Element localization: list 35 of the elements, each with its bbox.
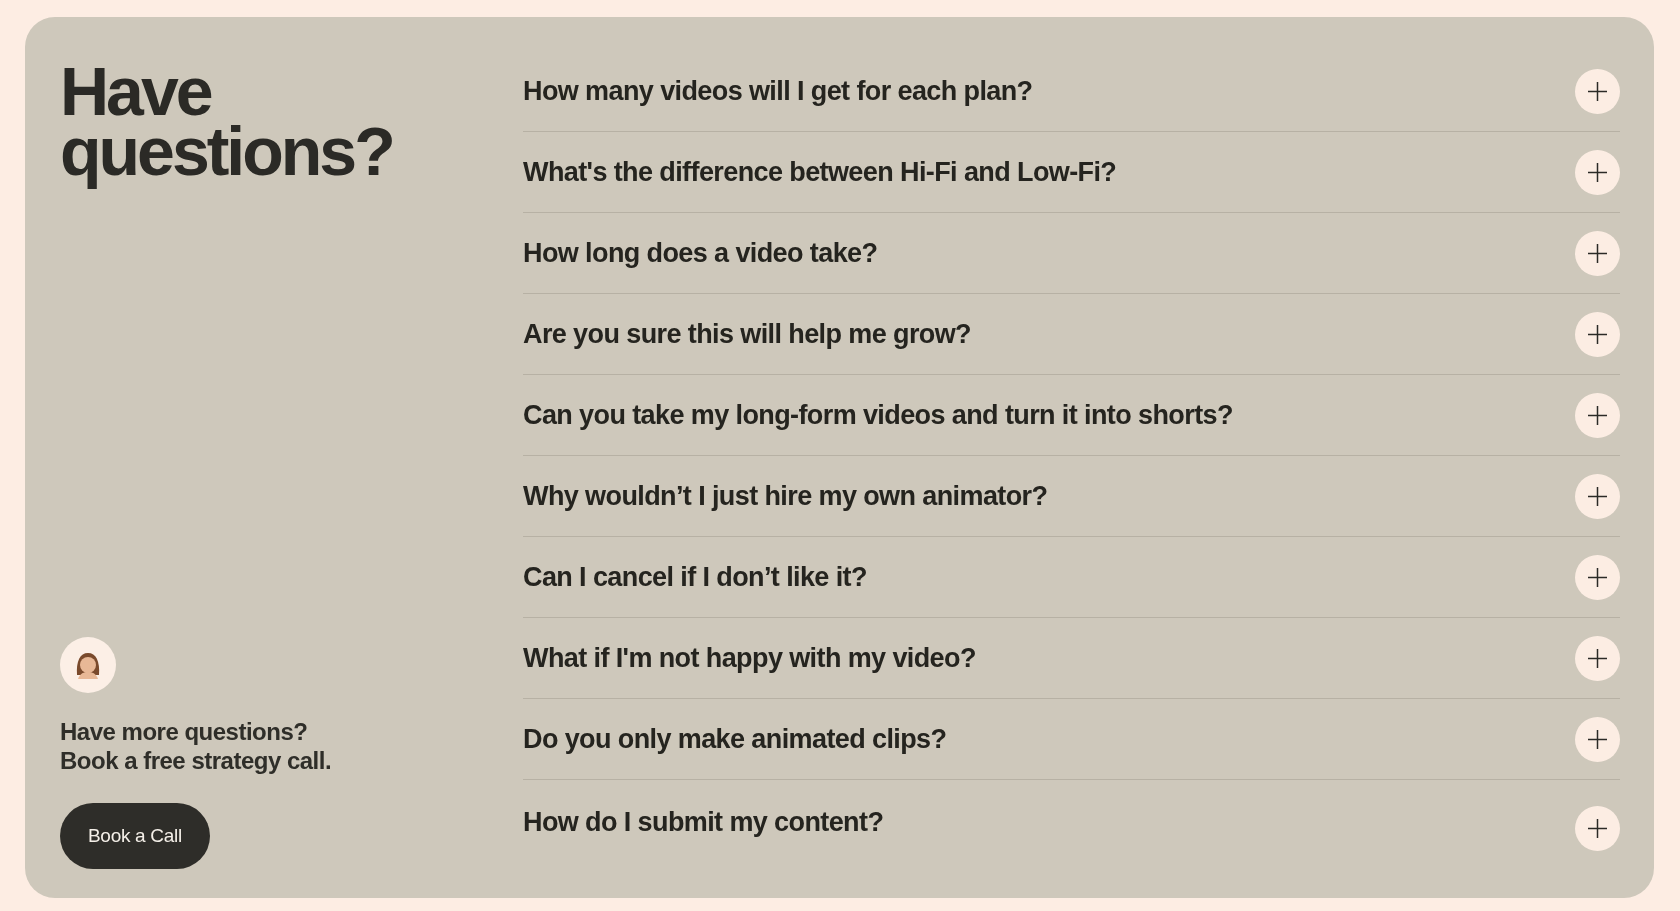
- plus-icon: [1588, 818, 1607, 838]
- expand-button[interactable]: [1575, 68, 1620, 114]
- section-heading: Have questions?: [60, 52, 394, 191]
- expand-button[interactable]: [1575, 311, 1620, 357]
- faq-question[interactable]: Can I cancel if I don’t like it?: [523, 561, 867, 593]
- expand-button[interactable]: [1575, 716, 1620, 762]
- plus-icon: [1588, 567, 1607, 587]
- avatar-icon: [60, 637, 116, 693]
- plus-icon: [1588, 81, 1607, 101]
- expand-button[interactable]: [1575, 149, 1620, 195]
- plus-icon: [1588, 162, 1607, 182]
- faq-question[interactable]: Do you only make animated clips?: [523, 723, 947, 755]
- plus-icon: [1588, 405, 1607, 425]
- faq-question[interactable]: Can you take my long-form videos and turn it into shorts?: [523, 399, 1233, 431]
- plus-icon: [1588, 729, 1607, 749]
- expand-button[interactable]: [1575, 230, 1620, 276]
- cta-text: Book a free strategy call.: [60, 746, 332, 775]
- faq-question[interactable]: What if I'm not happy with my video?: [523, 642, 976, 674]
- cta-text: Have more questions?: [60, 717, 308, 746]
- expand-button[interactable]: [1575, 392, 1620, 438]
- expand-button[interactable]: [1575, 805, 1620, 851]
- expand-button[interactable]: [1575, 635, 1620, 681]
- faq-question[interactable]: How do I submit my content?: [523, 806, 884, 838]
- book-call-button[interactable]: Book a Call: [60, 803, 210, 869]
- plus-icon: [1588, 486, 1607, 506]
- plus-icon: [1588, 648, 1607, 668]
- faq-question[interactable]: Why wouldn’t I just hire my own animator?: [523, 480, 1048, 512]
- expand-button[interactable]: [1575, 473, 1620, 519]
- expand-button[interactable]: [1575, 554, 1620, 600]
- faq-question[interactable]: Are you sure this will help me grow?: [523, 318, 971, 350]
- faq-question[interactable]: What's the difference between Hi-Fi and Low-Fi?: [523, 156, 1117, 188]
- plus-icon: [1588, 324, 1607, 344]
- faq-question[interactable]: How many videos will I get for each plan?: [523, 75, 1033, 107]
- faq-question[interactable]: How long does a video take?: [523, 237, 878, 269]
- plus-icon: [1588, 243, 1607, 263]
